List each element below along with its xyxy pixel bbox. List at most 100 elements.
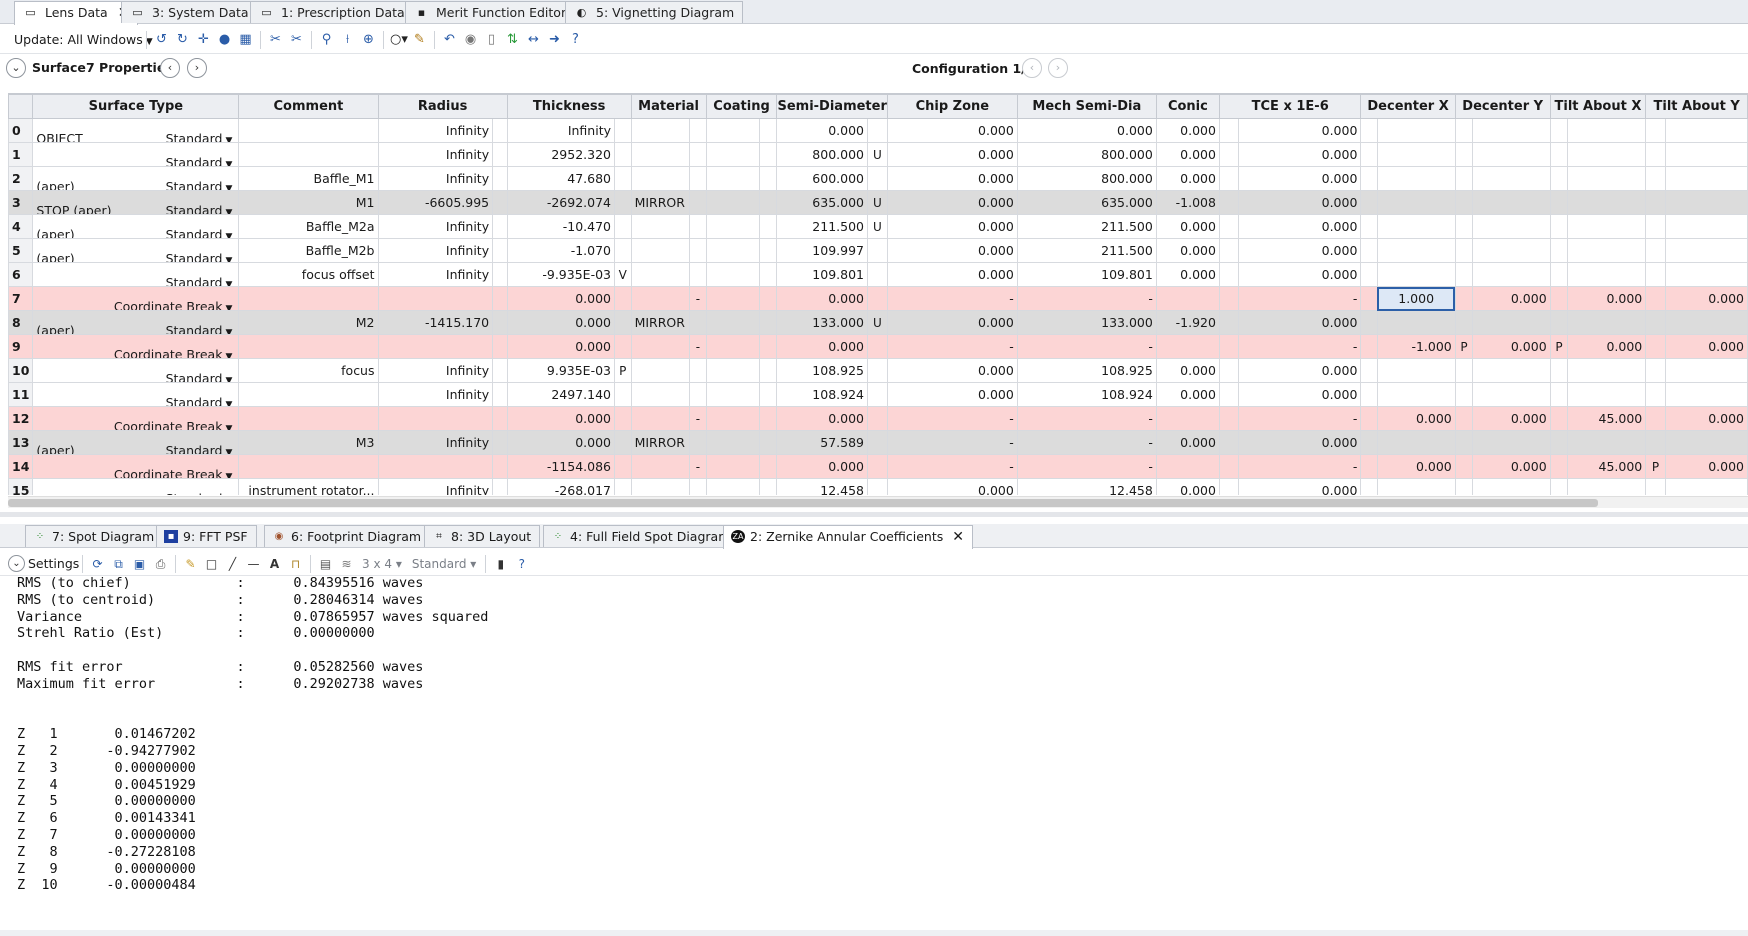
tilt-about-y-cell[interactable] bbox=[1664, 118, 1748, 143]
solve-cell[interactable] bbox=[1454, 118, 1474, 143]
decenter-x-cell[interactable] bbox=[1376, 478, 1456, 495]
solve-cell[interactable]: U bbox=[867, 142, 888, 167]
solve-cell[interactable] bbox=[1360, 118, 1378, 143]
chip-zone-cell[interactable]: 0.000 bbox=[886, 478, 1018, 495]
tce-cell[interactable]: 0.000 bbox=[1238, 262, 1362, 287]
conic-cell[interactable] bbox=[1155, 334, 1220, 359]
table-row[interactable]: 2 (aper) Standard ▼ Baffle_M1 Infinity 47.680 6… bbox=[8, 166, 1748, 191]
column-header[interactable]: Decenter Y bbox=[1454, 94, 1551, 119]
material-cell[interactable] bbox=[630, 262, 691, 287]
tab-3d-layout[interactable]: ⌗ 8: 3D Layout bbox=[424, 525, 541, 547]
comment-cell[interactable] bbox=[238, 118, 379, 143]
solve-cell[interactable] bbox=[689, 430, 707, 455]
comment-cell[interactable]: M3 bbox=[238, 430, 379, 455]
solve-cell[interactable] bbox=[1360, 382, 1378, 407]
decenter-x-cell[interactable]: -1.000 bbox=[1376, 334, 1456, 359]
circle-drop-icon[interactable]: ○▾ bbox=[390, 31, 408, 48]
solve-cell[interactable] bbox=[867, 118, 888, 143]
thickness-cell[interactable]: Infinity bbox=[506, 118, 616, 143]
reverse-icon[interactable]: ↺ bbox=[153, 31, 170, 48]
solve-cell[interactable] bbox=[614, 334, 632, 359]
dash-icon[interactable]: — bbox=[245, 556, 262, 573]
solve-cell[interactable]: P bbox=[614, 358, 632, 383]
tilt-about-x-cell[interactable]: 45.000 bbox=[1567, 406, 1647, 431]
mech-semi-dia-cell[interactable]: 211.500 bbox=[1016, 238, 1157, 263]
thickness-cell[interactable]: -2692.074 bbox=[506, 190, 616, 215]
decenter-x-cell[interactable] bbox=[1376, 382, 1456, 407]
column-header[interactable]: Comment bbox=[238, 94, 379, 119]
solve-cell[interactable] bbox=[492, 190, 508, 215]
copy-icon[interactable]: ⧉ bbox=[110, 556, 127, 573]
material-cell[interactable] bbox=[630, 286, 691, 311]
solve-cell[interactable]: - bbox=[689, 286, 707, 311]
tilt-about-x-cell[interactable] bbox=[1567, 190, 1647, 215]
solve-cell[interactable] bbox=[1454, 382, 1474, 407]
mech-semi-dia-cell[interactable]: 133.000 bbox=[1016, 310, 1157, 335]
radius-cell[interactable] bbox=[377, 286, 494, 311]
solve-cell[interactable] bbox=[492, 358, 508, 383]
semi-diameter-cell[interactable]: 600.000 bbox=[776, 166, 868, 191]
solve-cell[interactable] bbox=[759, 142, 778, 167]
comment-cell[interactable]: focus offset bbox=[238, 262, 379, 287]
conic-cell[interactable] bbox=[1155, 454, 1220, 479]
conic-cell[interactable] bbox=[1155, 286, 1220, 311]
tab-vignetting-diagram[interactable]: ◐ 5: Vignetting Diagram bbox=[565, 1, 744, 23]
decenter-x-cell[interactable]: 0.000 bbox=[1376, 454, 1456, 479]
solve-cell[interactable]: - bbox=[689, 334, 707, 359]
solve-cell[interactable]: P bbox=[1454, 334, 1474, 359]
solve-cell[interactable] bbox=[867, 334, 888, 359]
solve-cell[interactable] bbox=[759, 166, 778, 191]
solve-cell[interactable] bbox=[1549, 214, 1569, 239]
solve-cell[interactable] bbox=[1645, 118, 1666, 143]
solve-cell[interactable] bbox=[1360, 286, 1378, 311]
line-icon[interactable]: ╱ bbox=[224, 556, 241, 573]
column-header[interactable]: Chip Zone bbox=[886, 94, 1018, 119]
solve-cell[interactable] bbox=[492, 334, 508, 359]
chip-zone-cell[interactable]: 0.000 bbox=[886, 190, 1018, 215]
table-row[interactable]: 7 Coordinate Break ▼ 0.000-0.000- - -1.000 0.0… bbox=[8, 286, 1748, 311]
radius-cell[interactable]: Infinity bbox=[377, 262, 494, 287]
solve-cell[interactable] bbox=[1454, 430, 1474, 455]
radius-cell[interactable]: Infinity bbox=[377, 358, 494, 383]
chip-zone-cell[interactable]: 0.000 bbox=[886, 142, 1018, 167]
chip-zone-cell[interactable]: 0.000 bbox=[886, 382, 1018, 407]
semi-diameter-cell[interactable]: 0.000 bbox=[776, 406, 868, 431]
solve-cell[interactable] bbox=[1454, 214, 1474, 239]
tce-cell[interactable]: 0.000 bbox=[1238, 118, 1362, 143]
solve-cell[interactable] bbox=[1645, 358, 1666, 383]
comment-cell[interactable]: focus bbox=[238, 358, 379, 383]
thickness-cell[interactable]: 0.000 bbox=[506, 430, 616, 455]
row-number[interactable]: 13 bbox=[8, 430, 34, 455]
close-icon[interactable]: ✕ bbox=[952, 529, 964, 545]
surface-type-cell[interactable]: (aper) Standard ▼ bbox=[32, 310, 240, 335]
table-row[interactable]: 5 (aper) Standard ▼ Baffle_M2b Infinity -1.070… bbox=[8, 238, 1748, 263]
help-icon[interactable]: ? bbox=[567, 31, 584, 48]
tilt-about-y-cell[interactable] bbox=[1664, 142, 1748, 167]
column-header[interactable]: Coating bbox=[705, 94, 778, 119]
solve-cell[interactable] bbox=[1454, 310, 1474, 335]
chip-zone-cell[interactable]: 0.000 bbox=[886, 310, 1018, 335]
surface-type-dropdown[interactable]: Coordinate Break ▼ bbox=[114, 299, 232, 310]
solve-cell[interactable]: U bbox=[867, 190, 888, 215]
decenter-y-cell[interactable] bbox=[1472, 238, 1551, 263]
solve-cell[interactable]: V bbox=[614, 262, 632, 287]
solve-cell[interactable] bbox=[492, 214, 508, 239]
coating-cell[interactable] bbox=[705, 382, 761, 407]
tab-footprint-diagram[interactable]: ◉ 6: Footprint Diagram bbox=[264, 525, 431, 547]
tce-cell[interactable]: 0.000 bbox=[1238, 310, 1362, 335]
solve-cell[interactable] bbox=[759, 310, 778, 335]
row-number[interactable]: 4 bbox=[8, 214, 34, 239]
solve-cell[interactable] bbox=[492, 118, 508, 143]
standard-dropdown[interactable]: Standard ▾ bbox=[409, 557, 479, 571]
coating-cell[interactable] bbox=[705, 238, 761, 263]
grid-layout-dropdown[interactable]: 3 x 4 ▾ bbox=[359, 557, 405, 571]
material-cell[interactable] bbox=[630, 454, 691, 479]
tilt-about-x-cell[interactable] bbox=[1567, 358, 1647, 383]
decenter-y-cell[interactable] bbox=[1472, 310, 1551, 335]
chip-zone-cell[interactable]: 0.000 bbox=[886, 358, 1018, 383]
surface-type-cell[interactable]: (aper) Standard ▼ bbox=[32, 214, 240, 239]
decenter-x-cell[interactable] bbox=[1376, 118, 1456, 143]
next-config-button[interactable]: › bbox=[1048, 58, 1068, 78]
solve-cell[interactable] bbox=[614, 406, 632, 431]
surface-type-cell[interactable]: Coordinate Break ▼ bbox=[32, 286, 240, 311]
